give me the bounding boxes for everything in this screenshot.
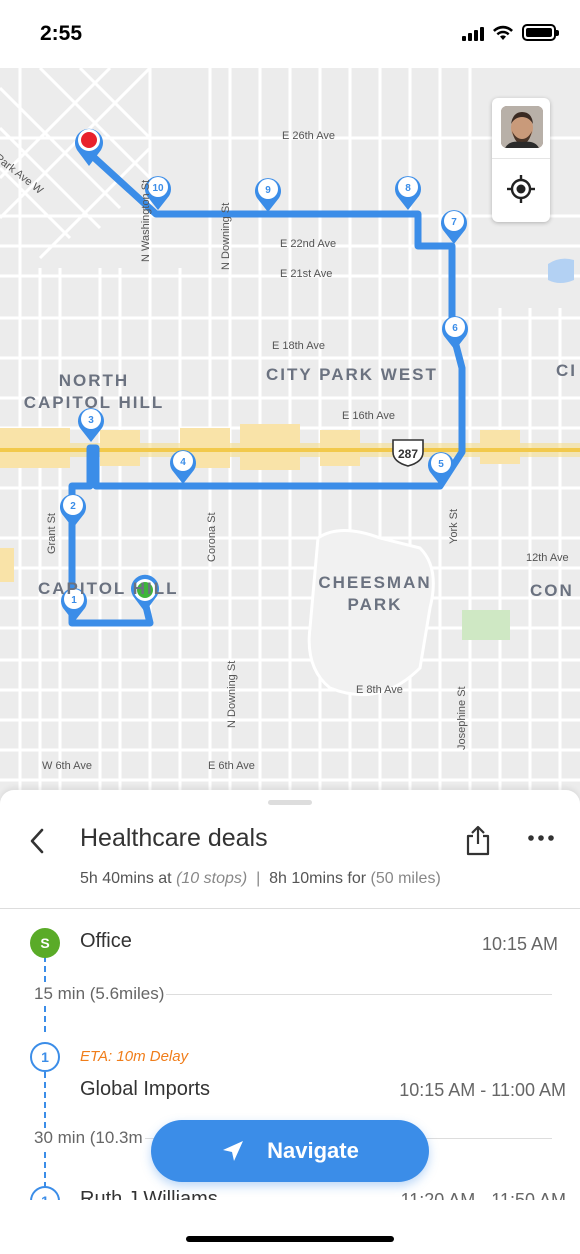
- route-stop-number: 10: [152, 183, 164, 194]
- street-label: Grant St: [46, 513, 58, 554]
- street-label: N Washington St: [140, 179, 152, 262]
- chevron-left-icon: [30, 828, 44, 854]
- street-label: E 21st Ave: [280, 268, 333, 280]
- street-label: N Downing St: [220, 202, 232, 270]
- avatar[interactable]: [501, 106, 543, 148]
- street-label: Josephine St: [456, 686, 468, 750]
- route-stop-number: 2: [70, 501, 76, 512]
- route-stop-number: 4: [180, 457, 186, 468]
- street-label: E 22nd Ave: [280, 238, 337, 250]
- street-label: E 18th Ave: [272, 340, 326, 352]
- route-stop-number: 5: [438, 459, 444, 470]
- sheet-grabber[interactable]: [268, 800, 312, 805]
- street-label: E 26th Ave: [282, 130, 336, 142]
- summary-duration: 5h 40mins at: [80, 870, 172, 887]
- page-title: Healthcare deals: [80, 824, 268, 852]
- share-button[interactable]: [464, 824, 492, 856]
- status-time: 2:55: [40, 22, 83, 45]
- street-label: N Downing St: [226, 660, 238, 728]
- route-stop-number: 7: [451, 217, 457, 228]
- route-stop-number: 6: [452, 323, 458, 334]
- street-label: E 6th Ave: [208, 760, 255, 772]
- leg-duration: 15 min (5.6miles): [34, 984, 167, 1004]
- route-stop-marker[interactable]: 7: [441, 210, 468, 244]
- locate-me-icon[interactable]: [506, 174, 536, 204]
- home-indicator: [186, 1236, 394, 1242]
- status-icons: [462, 24, 559, 41]
- navigation-arrow-icon: [223, 1141, 244, 1161]
- street-label: E 16th Ave: [342, 410, 396, 422]
- area-label-city-park-west: CITY PARK WEST: [266, 365, 438, 384]
- route-stop-number: 8: [405, 183, 411, 194]
- navigate-button[interactable]: Navigate: [151, 1120, 429, 1182]
- bottom-safe-area: [0, 1200, 580, 1254]
- route-stop-marker[interactable]: 2: [59, 494, 87, 528]
- route-sheet: Healthcare deals 5h 40mins at (10 stops)…: [0, 790, 580, 1254]
- stop-number-badge: 1: [30, 1042, 60, 1072]
- stop-name[interactable]: Global Imports: [80, 1078, 210, 1101]
- map-controls: [492, 98, 550, 222]
- route-stop-marker[interactable]: 6: [442, 316, 469, 350]
- stop-time: 10:15 AM - 11:00 AM: [399, 1080, 566, 1100]
- street-label: W 6th Ave: [42, 760, 92, 772]
- navigate-label: Navigate: [267, 1138, 359, 1163]
- more-horizontal-icon: [528, 835, 554, 841]
- street-label: E 8th Ave: [356, 684, 403, 696]
- area-label-cheesman-park: CHEESMAN PARK: [318, 573, 432, 614]
- summary-stops: (10 stops): [176, 870, 248, 887]
- street-label: 12th Ave: [526, 552, 569, 564]
- area-label-capitol-hill: CAPITOL HILL: [38, 579, 179, 598]
- summary-separator: |: [256, 870, 261, 887]
- svg-text:287: 287: [398, 447, 418, 461]
- area-label-con: CON: [530, 581, 574, 600]
- leg-duration: 30 min (10.3m: [34, 1128, 145, 1148]
- stop-time: 10:15 AM: [481, 934, 558, 954]
- route-stop-marker[interactable]: 8: [395, 176, 421, 210]
- route-stop-number: 9: [265, 185, 271, 196]
- route-stop-number: 3: [88, 415, 94, 426]
- summary-total-duration: 8h 10mins for: [269, 870, 367, 887]
- divider: [0, 908, 580, 909]
- more-options-button[interactable]: [526, 828, 556, 848]
- street-label: Corona St: [206, 512, 218, 562]
- battery-icon: [522, 24, 559, 41]
- cellular-signal-icon: [462, 25, 484, 41]
- eta-delay: ETA: 10m Delay: [80, 1048, 189, 1065]
- summary-distance: (50 miles): [370, 870, 441, 887]
- wifi-icon: [493, 25, 513, 40]
- route-stop-marker[interactable]: 4: [170, 450, 197, 484]
- stop-name[interactable]: Office: [80, 930, 132, 953]
- area-label-north-capitol-hill: NORTH CAPITOL HILL: [23, 371, 165, 412]
- highway-shield-icon: 287: [392, 439, 424, 467]
- back-button[interactable]: [22, 824, 52, 858]
- share-icon: [466, 825, 490, 856]
- route-stop-marker[interactable]: 5: [428, 452, 454, 486]
- street-label: York St: [448, 508, 460, 544]
- status-bar: 2:55: [0, 0, 580, 68]
- area-label-ci: CI: [556, 361, 577, 380]
- start-badge: S: [30, 928, 60, 958]
- route-summary: 5h 40mins at (10 stops) | 8h 10mins for …: [80, 870, 441, 888]
